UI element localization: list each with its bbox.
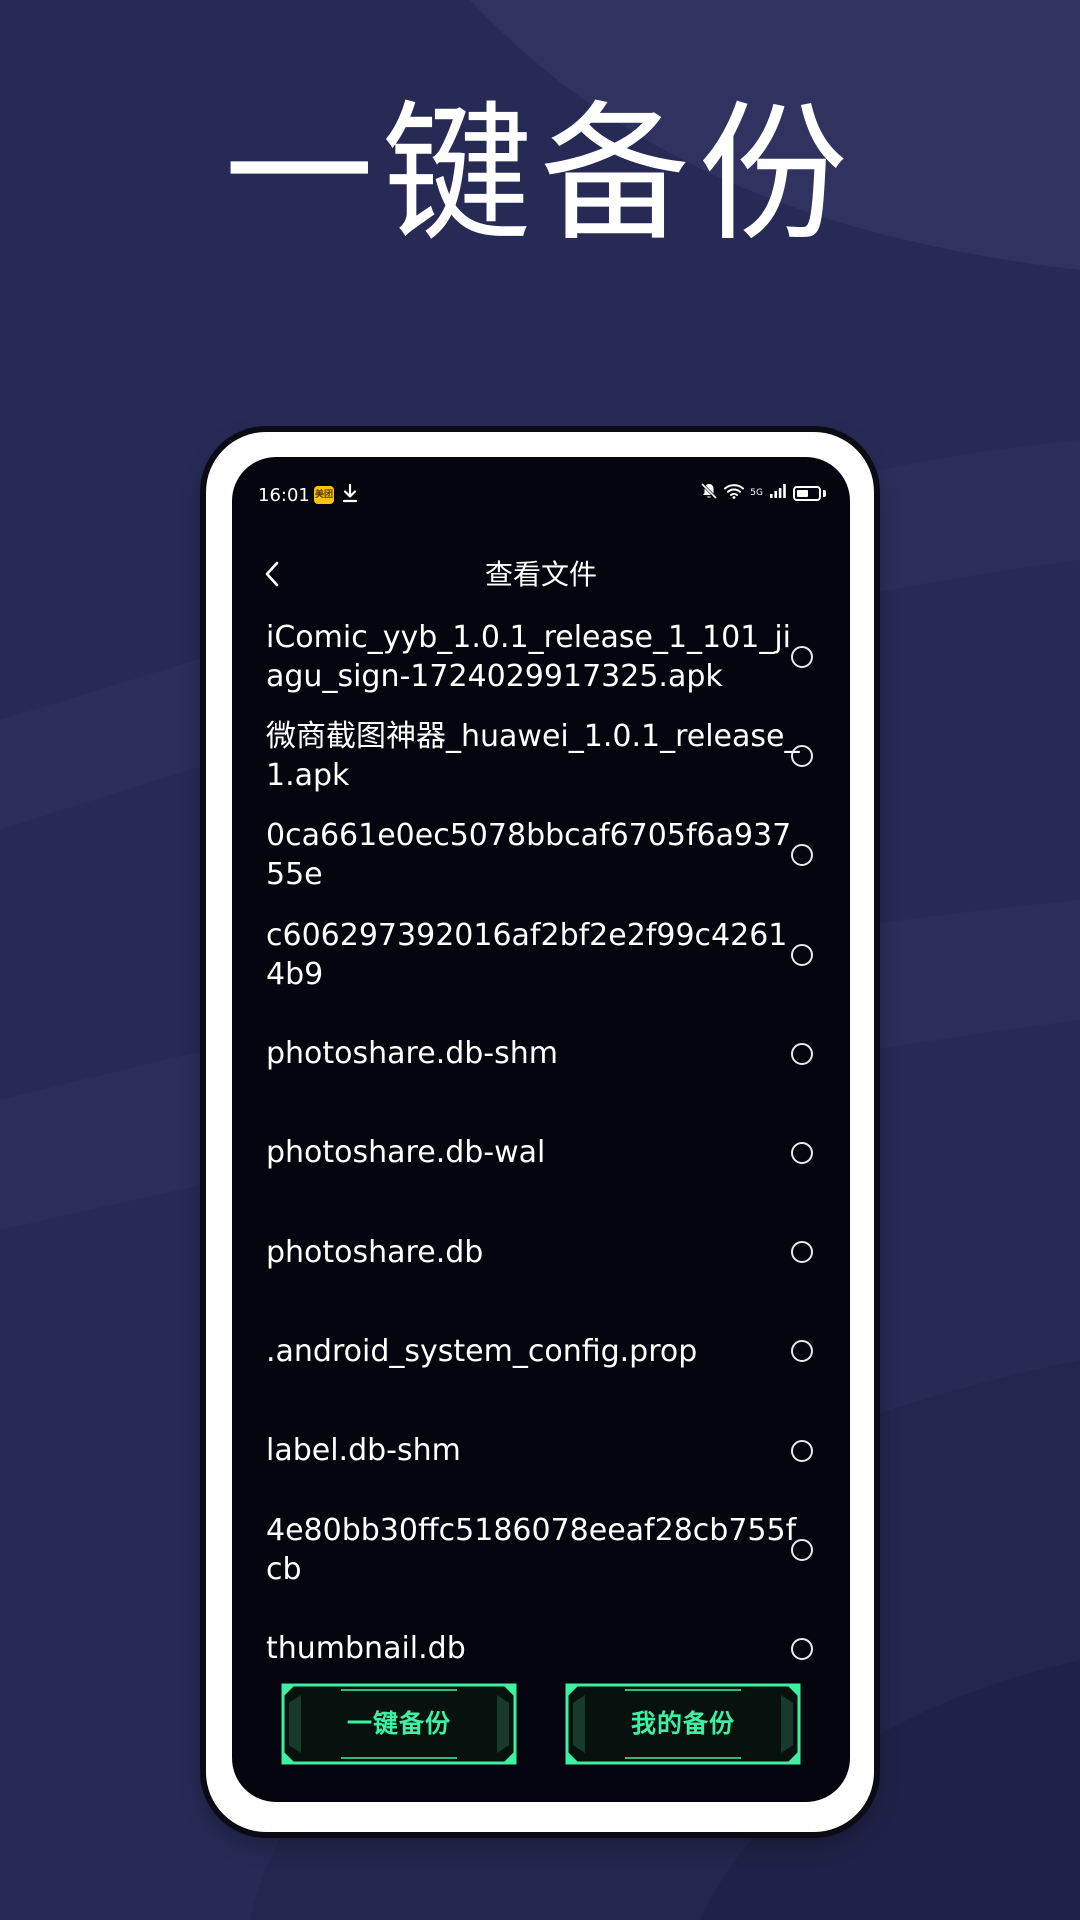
one-key-backup-label: 一键备份 — [346, 1709, 451, 1738]
file-row[interactable]: photoshare.db-shm — [232, 1004, 850, 1103]
radio-button[interactable] — [791, 1637, 813, 1660]
radio-button[interactable] — [791, 1538, 813, 1561]
file-name: thumbnail.db — [266, 1631, 466, 1667]
battery-icon — [793, 485, 821, 501]
wifi-icon — [724, 483, 745, 503]
signal-icon — [769, 483, 787, 503]
file-name: label.db-shm — [266, 1433, 461, 1468]
nav-bar: 查看文件 — [232, 537, 850, 607]
radio-button[interactable] — [791, 1141, 813, 1164]
file-row[interactable]: 4e80bb30ffc5186078eeaf28cb755fcb — [232, 1500, 850, 1599]
page-headline: 一键备份 — [223, 88, 856, 262]
radio-button[interactable] — [791, 1439, 813, 1462]
radio-button[interactable] — [791, 1340, 813, 1363]
file-row[interactable]: 微商截图神器_huawei_1.0.1_release_1.apk — [232, 706, 850, 805]
my-backup-label: 我的备份 — [630, 1709, 735, 1738]
file-row[interactable]: label.db-shm — [232, 1401, 850, 1500]
battery-tip — [823, 489, 826, 497]
app-badge-icon: 美团 — [314, 486, 334, 504]
file-name: photoshare.db-wal — [266, 1135, 546, 1171]
radio-button[interactable] — [791, 943, 813, 966]
file-name: 微商截图神器_huawei_1.0.1_release_1.apk — [266, 719, 800, 794]
file-name: photoshare.db — [266, 1234, 484, 1270]
page-title: 查看文件 — [484, 558, 597, 591]
file-name: 4e80bb30ffc5186078eeaf28cb755fcb — [266, 1512, 797, 1587]
file-row[interactable]: 0ca661e0ec5078bbcaf6705f6a93755e — [232, 805, 850, 904]
radio-button[interactable] — [791, 646, 813, 668]
status-time: 16:01 — [258, 485, 310, 506]
status-icons: 5G — [700, 482, 826, 504]
file-list: iComic_yyb_1.0.1_release_1_101_jiagu_sig… — [232, 607, 850, 1698]
status-bar: 16:01 美团 5G — [232, 457, 850, 537]
radio-button[interactable] — [791, 1042, 813, 1065]
file-name: photoshare.db-shm — [266, 1036, 559, 1072]
file-row[interactable]: photoshare.db — [232, 1202, 850, 1301]
file-row[interactable]: c606297392016af2bf2e2f99c42614b9 — [232, 905, 850, 1004]
radio-button[interactable] — [791, 745, 813, 768]
one-key-backup-button[interactable]: 一键备份 — [281, 1683, 517, 1765]
mute-bell-icon — [700, 482, 718, 504]
file-name: 0ca661e0ec5078bbcaf6705f6a93755e — [266, 818, 792, 893]
radio-button[interactable] — [791, 844, 813, 867]
download-icon — [342, 483, 358, 509]
phone-screen: 16:01 美团 5G 查看文件 iComic_yyb_1.0.1_releas… — [232, 457, 850, 1802]
file-row[interactable]: .android_system_config.prop — [232, 1301, 850, 1400]
network-type-label: 5G — [750, 487, 763, 498]
my-backup-button[interactable]: 我的备份 — [565, 1683, 801, 1765]
file-name: c606297392016af2bf2e2f99c42614b9 — [266, 917, 788, 992]
radio-button[interactable] — [791, 1241, 813, 1264]
file-name: iComic_yyb_1.0.1_release_1_101_jiagu_sig… — [266, 620, 791, 694]
file-row[interactable]: photoshare.db-wal — [232, 1103, 850, 1202]
battery-level — [797, 489, 808, 497]
file-name: .android_system_config.prop — [266, 1333, 698, 1369]
file-row[interactable]: iComic_yyb_1.0.1_release_1_101_jiagu_sig… — [232, 607, 850, 706]
